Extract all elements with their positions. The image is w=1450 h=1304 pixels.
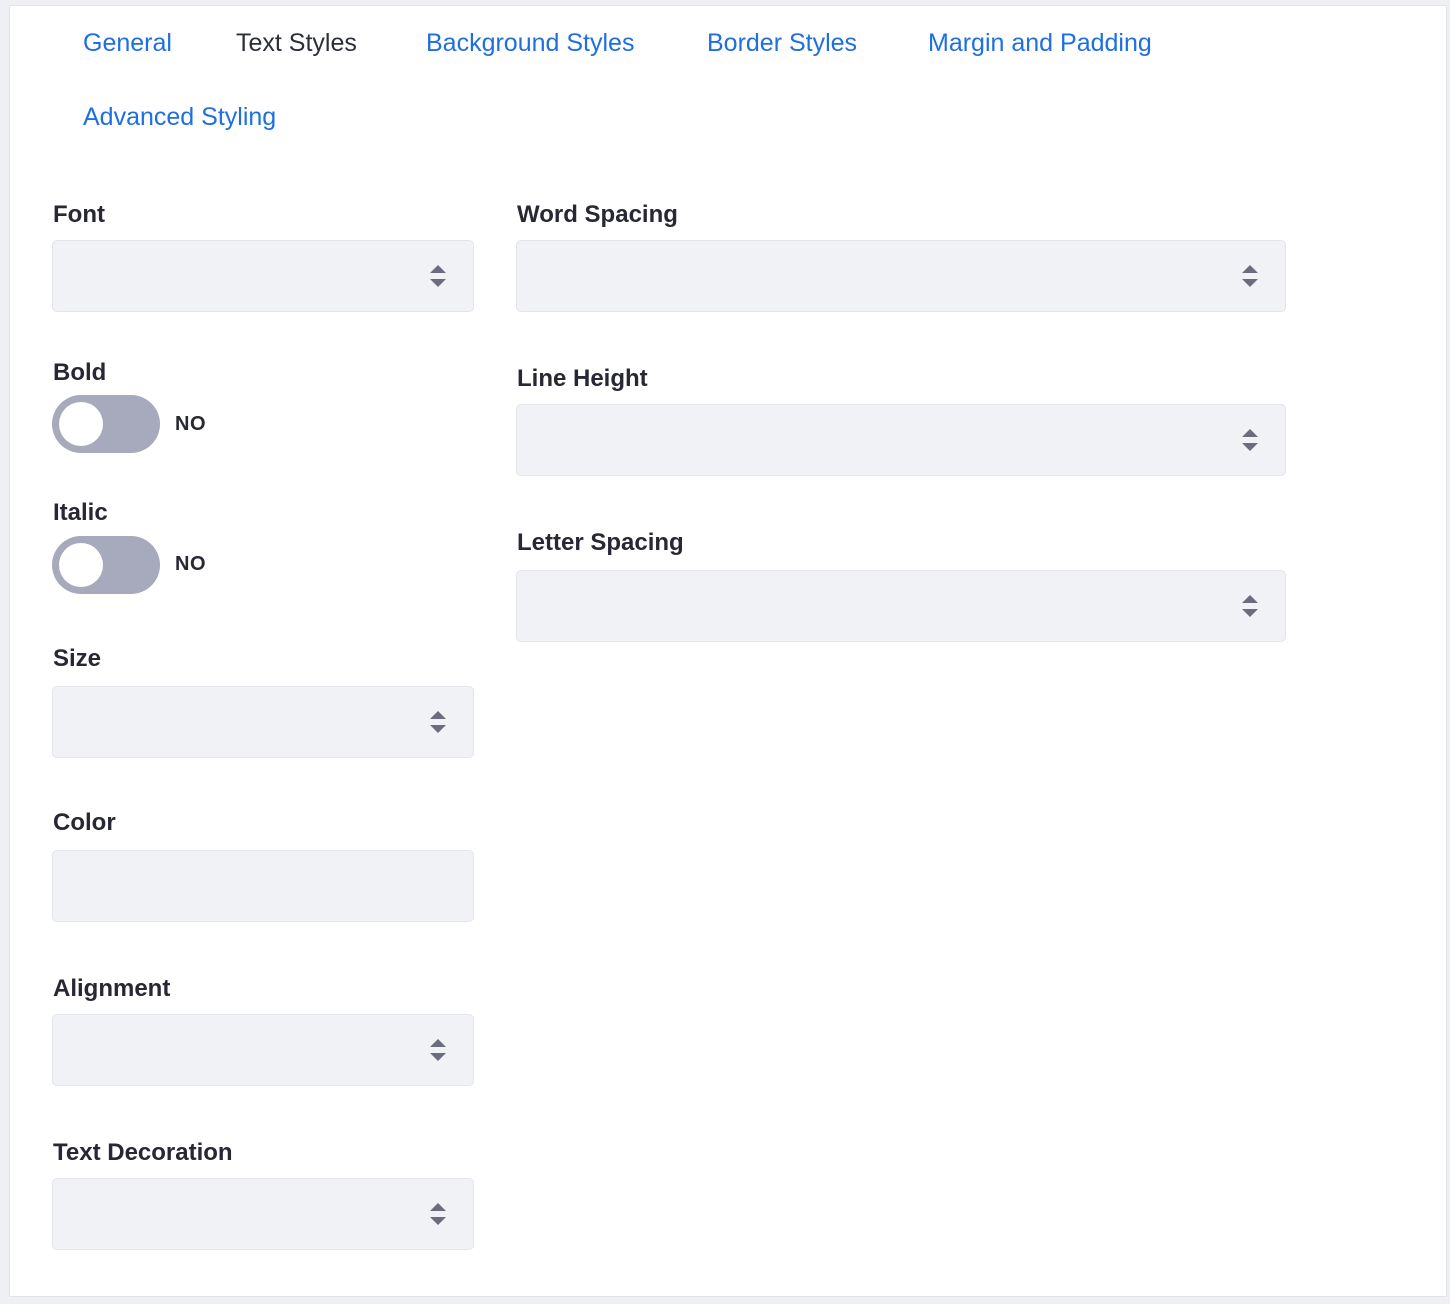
bold-label: Bold	[53, 359, 107, 386]
sort-arrows-icon	[1241, 593, 1259, 619]
tab-background-styles[interactable]: Background Styles	[426, 28, 634, 58]
alignment-select[interactable]	[52, 1014, 474, 1086]
word-spacing-select[interactable]	[516, 240, 1286, 312]
tab-advanced-styling[interactable]: Advanced Styling	[83, 102, 276, 132]
sort-arrows-icon	[429, 263, 447, 289]
size-label: Size	[53, 645, 102, 672]
font-select[interactable]	[52, 240, 474, 312]
sort-arrows-icon	[429, 1201, 447, 1227]
color-label: Color	[53, 809, 116, 836]
tab-general[interactable]: General	[83, 28, 172, 58]
tab-text-styles[interactable]: Text Styles	[236, 28, 357, 58]
sort-arrows-icon	[1241, 427, 1259, 453]
tab-margin-and-padding[interactable]: Margin and Padding	[928, 28, 1152, 58]
toggle-knob	[59, 402, 103, 446]
italic-toggle-state: NO	[175, 553, 206, 575]
color-input[interactable]	[52, 850, 474, 922]
letter-spacing-select[interactable]	[516, 570, 1286, 642]
word-spacing-label: Word Spacing	[517, 201, 678, 228]
line-height-select[interactable]	[516, 404, 1286, 476]
text-decoration-label: Text Decoration	[53, 1139, 233, 1166]
line-height-label: Line Height	[517, 365, 648, 392]
tab-border-styles[interactable]: Border Styles	[707, 28, 857, 58]
italic-label: Italic	[53, 499, 108, 526]
sort-arrows-icon	[1241, 263, 1259, 289]
bold-toggle[interactable]	[52, 395, 160, 453]
sort-arrows-icon	[429, 1037, 447, 1063]
bold-toggle-state: NO	[175, 413, 206, 435]
size-select[interactable]	[52, 686, 474, 758]
font-label: Font	[53, 201, 105, 228]
text-styles-panel	[9, 5, 1447, 1297]
sort-arrows-icon	[429, 709, 447, 735]
toggle-knob	[59, 543, 103, 587]
alignment-label: Alignment	[53, 975, 171, 1002]
italic-toggle[interactable]	[52, 536, 160, 594]
letter-spacing-label: Letter Spacing	[517, 529, 684, 556]
text-decoration-select[interactable]	[52, 1178, 474, 1250]
